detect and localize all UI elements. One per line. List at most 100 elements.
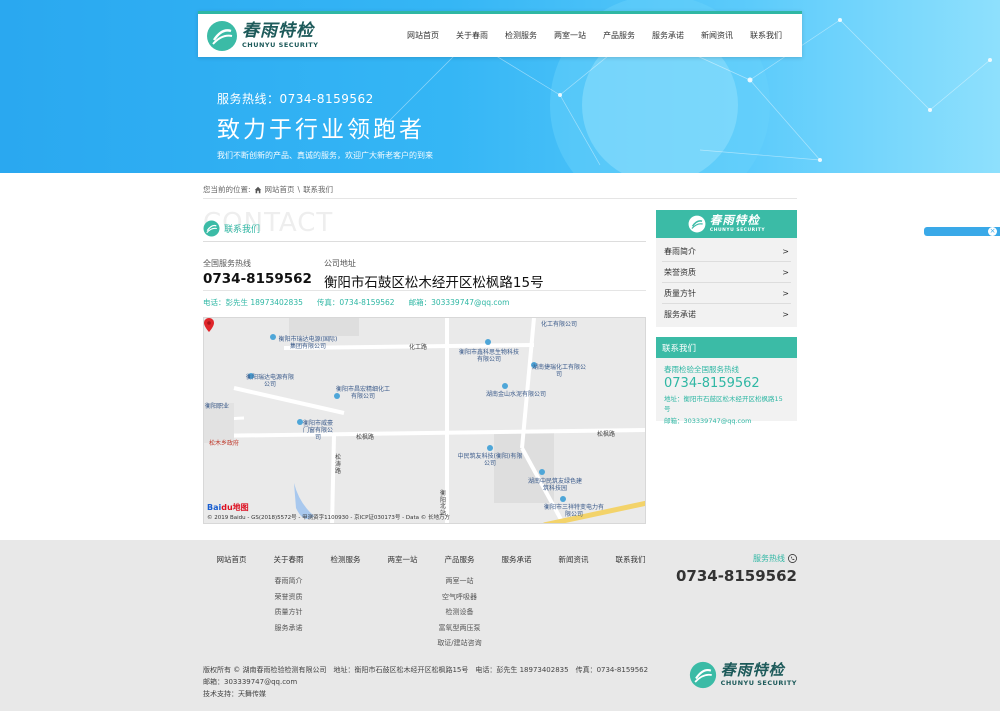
sidebar-item-promise[interactable]: 服务承诺 > <box>662 304 791 325</box>
banner-motto: 致力于行业领跑者 <box>217 117 425 143</box>
footer-logo-icon <box>689 661 716 689</box>
map-poi-marker <box>487 445 493 451</box>
map-poi-marker <box>502 383 508 389</box>
contact-fax: 传真：0734-8159562 <box>316 298 395 307</box>
map-label-weihao: 衡阳市威豪门窗有限公司 <box>302 420 333 442</box>
footer-sublink[interactable]: 春雨简介 <box>260 576 317 592</box>
contact-details: 电话：彭先生 18973402835 传真：0734-8159562 邮箱：30… <box>203 297 523 308</box>
sidebar-logo: 春雨特检 CHUNYU SECURITY <box>688 214 765 233</box>
footer-sublink[interactable]: 取证/建站咨询 <box>431 638 488 654</box>
footer-link[interactable]: 检测服务 <box>317 554 374 576</box>
nav-home[interactable]: 网站首页 <box>407 30 439 41</box>
map-label-xinke: 衡阳市鑫科思生物科技有限公司 <box>459 349 520 364</box>
map-label-township: 松木乡政府 <box>208 440 239 447</box>
footer-nav: 网站首页 关于春雨 春雨简介 荣誉资质 质量方针 服务承诺 检测服务 两室一站 … <box>203 554 659 654</box>
nav-two-rooms[interactable]: 两室一站 <box>554 30 586 41</box>
footer-link[interactable]: 网站首页 <box>203 554 260 576</box>
breadcrumb-current: 联系我们 <box>303 185 334 194</box>
footer-sublink[interactable]: 荣誉资质 <box>260 592 317 608</box>
map-label-ruida-group: 衡阳市瑞达电源(国际)集团有限公司 <box>278 336 338 351</box>
section-title: 联系我们 <box>203 220 260 237</box>
address-label: 公司地址 <box>323 259 356 268</box>
footer-sublink[interactable]: 质量方针 <box>260 607 317 623</box>
nav-products[interactable]: 产品服务 <box>603 30 635 41</box>
sidebar-contact-phone: 0734-8159562 <box>664 376 760 391</box>
address-text: 衡阳市石鼓区松木经开区松枫路15号 <box>323 275 544 291</box>
sidebar-contact-email: 邮箱：303339747@qq.com <box>664 417 752 425</box>
map-label-changhong: 衡阳市昌宏精细化工有限公司 <box>335 386 390 401</box>
contact-info: 全国服务热线 0734-8159562 公司地址 衡阳市石鼓区松木经开区松枫路1… <box>203 258 556 291</box>
road-label-songfeng-west: 松枫路 <box>356 434 375 441</box>
breadcrumb-prefix: 您当前的位置: <box>203 185 251 194</box>
nav-news[interactable]: 新闻资讯 <box>701 30 733 41</box>
map-label-jinshan: 湖南金山水泥有限公司 <box>486 391 547 398</box>
map-label-zhongmin-park: 湖南中民筑友绿色建筑科技园 <box>527 478 582 493</box>
footer-link[interactable]: 产品服务 <box>431 554 488 576</box>
map-label-college: 衡阳职业 <box>204 403 229 410</box>
map-poi-marker <box>560 496 566 502</box>
footer-sublink[interactable]: 空气呼吸器 <box>431 592 488 608</box>
map-location-pin-icon[interactable] <box>204 318 214 332</box>
breadcrumb-divider <box>203 198 797 199</box>
breadcrumb-separator: \ <box>297 185 301 194</box>
close-icon[interactable]: × <box>988 227 997 236</box>
footer-sublink[interactable]: 服务承诺 <box>260 623 317 639</box>
banner-hotline: 服务热线：0734-8159562 <box>217 92 374 106</box>
logo-name-cn: 春雨特检 <box>242 21 314 42</box>
phone-label: 全国服务热线 <box>203 259 251 268</box>
baidu-map[interactable]: 衡阳市瑞达电源(国际)集团有限公司 衡阳瑞达电源有限公司 衡阳市鑫科思生物科技有… <box>203 317 646 524</box>
footer-hotline-label-text: 服务热线 <box>753 554 785 563</box>
sidebar-header: 春雨特检 CHUNYU SECURITY <box>656 210 797 238</box>
map-label-sanxiang: 衡阳市三祥特变电力有限公司 <box>543 504 604 519</box>
footer-link[interactable]: 联系我们 <box>602 554 659 576</box>
sidebar-item-intro[interactable]: 春雨简介 > <box>662 241 791 262</box>
map-label-ruida: 衡阳瑞达电源有限公司 <box>246 374 295 389</box>
road-label-songfeng-east: 松枫路 <box>597 431 616 438</box>
chevron-right-icon: > <box>782 288 789 298</box>
site-footer: 网站首页 关于春雨 春雨简介 荣誉资质 质量方针 服务承诺 检测服务 两室一站 … <box>0 540 1000 711</box>
floating-service-tab[interactable]: × <box>924 227 1000 236</box>
sidebar-logo-icon <box>688 215 706 233</box>
footer-sublink[interactable]: 富氧型两压泵 <box>431 623 488 639</box>
phone-block: 全国服务热线 0734-8159562 <box>203 258 312 291</box>
section-logo-icon <box>203 220 220 237</box>
logo-name-en: CHUNYU SECURITY <box>242 41 319 50</box>
map-poi-marker <box>485 339 491 345</box>
map-label-jierui: 湖南捷瑞化工有限公司 <box>531 364 586 379</box>
sidebar-contact-address: 地址：衡阳市石鼓区松木经开区松枫路15号 <box>664 395 783 413</box>
footer-link[interactable]: 关于春雨 <box>260 554 317 576</box>
site-logo[interactable]: 春雨特检 CHUNYU SECURITY <box>206 20 318 52</box>
sidebar: 春雨特检 CHUNYU SECURITY 春雨简介 > 荣誉资质 > 质量方针 … <box>656 210 797 425</box>
footer-link[interactable]: 服务承诺 <box>488 554 545 576</box>
banner: 春雨特检 CHUNYU SECURITY 网站首页 关于春雨 检测服务 两室一站… <box>0 0 1000 173</box>
footer-hotline-label: 服务热线 <box>676 553 797 564</box>
phone-number: 0734-8159562 <box>203 271 312 287</box>
footer-col-about: 关于春雨 春雨简介 荣誉资质 质量方针 服务承诺 <box>260 554 317 654</box>
footer-link[interactable]: 新闻资讯 <box>545 554 602 576</box>
info-divider <box>203 290 646 291</box>
sidebar-item-label: 荣誉资质 <box>664 267 696 277</box>
nav-promise[interactable]: 服务承诺 <box>652 30 684 41</box>
chevron-right-icon: > <box>782 246 789 256</box>
banner-subtext: 我们不断创新的产品、真诚的服务，欢迎广大新老客户的到来 <box>217 151 433 160</box>
footer-col-inspection: 检测服务 <box>317 554 374 654</box>
nav-inspection[interactable]: 检测服务 <box>505 30 537 41</box>
nav-contact[interactable]: 联系我们 <box>750 30 782 41</box>
sidebar-item-honors[interactable]: 荣誉资质 > <box>662 262 791 283</box>
footer-sublink[interactable]: 检测设备 <box>431 607 488 623</box>
site-header: 春雨特检 CHUNYU SECURITY 网站首页 关于春雨 检测服务 两室一站… <box>198 11 802 57</box>
footer-hotline: 服务热线 0734-8159562 <box>676 553 797 585</box>
footer-sublink[interactable]: 两室一站 <box>431 576 488 592</box>
map-copyright: © 2019 Baidu - GS(2018)5572号 - 甲测资字11009… <box>207 515 451 521</box>
nav-about[interactable]: 关于春雨 <box>456 30 488 41</box>
footer-col-promise: 服务承诺 <box>488 554 545 654</box>
footer-link[interactable]: 两室一站 <box>374 554 431 576</box>
breadcrumb-home-link[interactable]: 网站首页 <box>265 184 295 195</box>
footer-support-line: 技术支持：天舞传媒 <box>203 690 266 698</box>
footer-email-line: 邮箱：303339747@qq.com <box>203 678 298 686</box>
sidebar-item-quality[interactable]: 质量方针 > <box>662 283 791 304</box>
logo-mark-icon <box>207 21 237 51</box>
banner-slogan: 服务热线：0734-8159562 致力于行业领跑者 我们不断创新的产品、真诚的… <box>217 90 433 161</box>
section-divider <box>203 241 646 242</box>
contact-email[interactable]: 邮箱：303339747@qq.com <box>409 297 510 308</box>
